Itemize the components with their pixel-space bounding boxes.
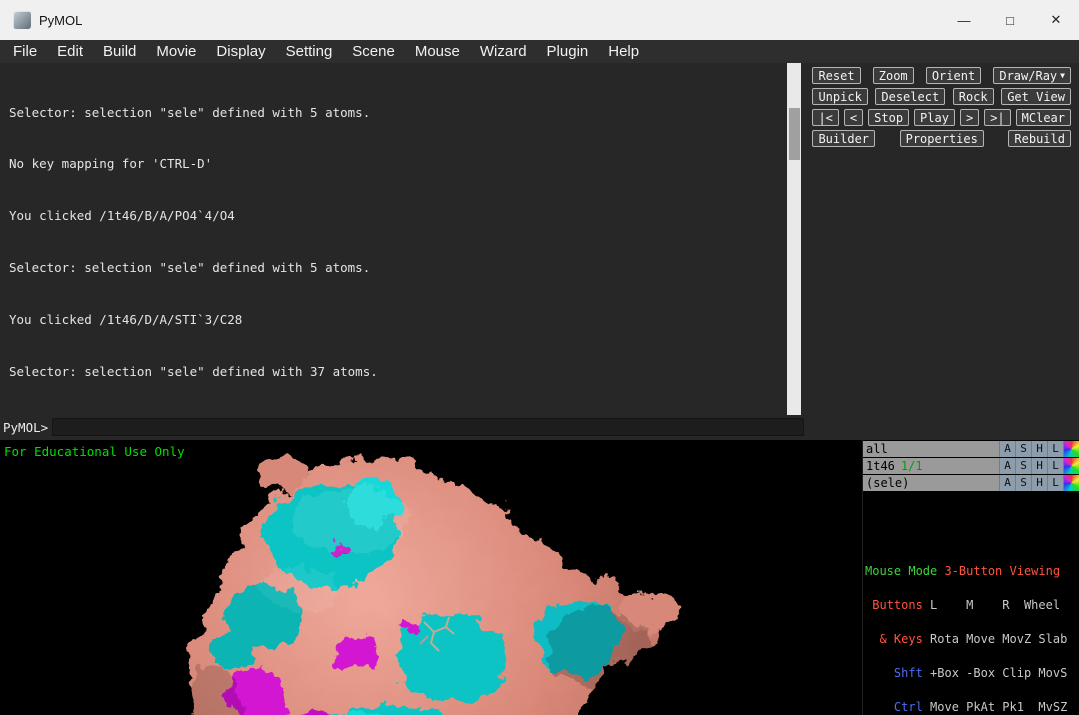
command-prompt: PyMOL> <box>3 419 49 435</box>
movie-stop-button[interactable]: Stop <box>868 109 910 126</box>
protein-surface-render <box>184 456 678 715</box>
console-line: Selector: selection "sele" defined with … <box>9 104 371 120</box>
show-button[interactable]: S <box>1015 440 1031 457</box>
object-state: 1/1 <box>900 458 923 473</box>
minimize-button[interactable]: — <box>941 0 987 40</box>
draw-ray-label: Draw/Ray <box>999 68 1058 83</box>
pymol-app-icon <box>13 11 31 29</box>
object-name[interactable]: 1t46 <box>863 459 895 473</box>
console-line: No key mapping for 'CTRL-D' <box>9 156 213 172</box>
movie-back-button[interactable]: < <box>843 109 864 126</box>
close-button[interactable]: ✕ <box>1033 0 1079 40</box>
console-line: You clicked /1t46/B/A/PO4`4/O4 <box>9 208 235 224</box>
main-area: For Educational Use Only all A S H L 1t4… <box>0 439 1079 715</box>
color-button[interactable] <box>1063 457 1079 474</box>
get-view-button[interactable]: Get View <box>1001 88 1071 105</box>
show-button[interactable]: S <box>1015 457 1031 474</box>
mouse-mode-panel: Mouse Mode 3-Button Viewing Buttons L M … <box>863 543 1079 715</box>
mouse-matrix-row: & Keys Rota Move MovZ Slab <box>865 631 1068 646</box>
hide-button[interactable]: H <box>1031 474 1047 491</box>
menu-scene[interactable]: Scene <box>342 40 405 63</box>
window-title: PyMOL <box>39 12 83 28</box>
mouse-matrix-row: Shft +Box -Box Clip MovS <box>865 665 1068 680</box>
mouse-mode-line[interactable]: Mouse Mode 3-Button Viewing <box>865 565 1079 577</box>
reset-button[interactable]: Reset <box>812 67 861 84</box>
command-line: PyMOL> <box>0 414 1079 440</box>
color-button[interactable] <box>1063 440 1079 457</box>
menu-display[interactable]: Display <box>206 40 275 63</box>
3d-viewport[interactable]: For Educational Use Only <box>0 439 862 715</box>
label-button[interactable]: L <box>1047 457 1063 474</box>
object-name[interactable]: all <box>863 442 888 456</box>
action-button[interactable]: A <box>999 440 1015 457</box>
object-row-all[interactable]: all A S H L <box>863 440 1079 457</box>
console-log: Selector: selection "sele" defined with … <box>0 63 787 415</box>
educational-watermark: For Educational Use Only <box>4 443 185 459</box>
zoom-button[interactable]: Zoom <box>872 67 914 84</box>
rock-button[interactable]: Rock <box>952 88 994 105</box>
window-controls: — □ ✕ <box>941 0 1079 40</box>
builder-button[interactable]: Builder <box>812 130 876 147</box>
show-button[interactable]: S <box>1015 474 1031 491</box>
hide-button[interactable]: H <box>1031 457 1047 474</box>
menu-wizard[interactable]: Wizard <box>470 40 537 63</box>
hide-button[interactable]: H <box>1031 440 1047 457</box>
rebuild-button[interactable]: Rebuild <box>1008 130 1071 147</box>
external-gui-buttons: Reset Zoom Orient Draw/Ray ▼ Unpick Desel… <box>801 63 1079 415</box>
deselect-button[interactable]: Deselect <box>875 88 946 105</box>
label-button[interactable]: L <box>1047 440 1063 457</box>
orient-button[interactable]: Orient <box>925 67 982 84</box>
movie-end-button[interactable]: >| <box>984 109 1011 126</box>
mclear-button[interactable]: MClear <box>1015 109 1071 126</box>
draw-ray-button[interactable]: Draw/Ray ▼ <box>993 67 1071 84</box>
menu-movie[interactable]: Movie <box>146 40 206 63</box>
chevron-down-icon: ▼ <box>1060 71 1065 80</box>
menu-help[interactable]: Help <box>598 40 649 63</box>
properties-button[interactable]: Properties <box>899 130 984 147</box>
object-name[interactable]: (sele) <box>863 476 909 490</box>
pymol-window: PyMOL — □ ✕ File Edit Build Movie Displa… <box>0 0 1079 715</box>
menu-edit[interactable]: Edit <box>47 40 93 63</box>
command-input[interactable] <box>52 418 805 437</box>
upper-panel: Selector: selection "sele" defined with … <box>0 63 1079 415</box>
menu-plugin[interactable]: Plugin <box>537 40 599 63</box>
object-row-1t46[interactable]: 1t46 1/1 A S H L <box>863 457 1079 474</box>
action-button[interactable]: A <box>999 474 1015 491</box>
object-row-sele[interactable]: (sele) A S H L <box>863 474 1079 491</box>
menu-bar: File Edit Build Movie Display Setting Sc… <box>0 40 1079 63</box>
color-button[interactable] <box>1063 474 1079 491</box>
console-scrollbar-thumb[interactable] <box>788 108 800 160</box>
movie-play-button[interactable]: Play <box>914 109 955 126</box>
label-button[interactable]: L <box>1047 474 1063 491</box>
menu-mouse[interactable]: Mouse <box>405 40 470 63</box>
maximize-button[interactable]: □ <box>987 0 1033 40</box>
mouse-matrix-header: Buttons L M R Wheel <box>865 597 1061 612</box>
console-line: You clicked /1t46/D/A/STI`3/C28 <box>9 312 243 328</box>
console-line: Selector: selection "sele" defined with … <box>9 364 378 380</box>
movie-forward-button[interactable]: > <box>959 109 980 126</box>
action-button[interactable]: A <box>999 457 1015 474</box>
title-bar: PyMOL — □ ✕ <box>0 0 1079 40</box>
menu-setting[interactable]: Setting <box>276 40 343 63</box>
object-panel: all A S H L 1t46 1/1 A S H L (sele) A S … <box>862 439 1079 715</box>
console-line: Selector: selection "sele" defined with … <box>9 260 371 276</box>
unpick-button[interactable]: Unpick <box>812 88 868 105</box>
console-scrollbar[interactable] <box>786 63 802 415</box>
mouse-matrix-row: Ctrl Move PkAt Pk1 MvSZ <box>865 699 1068 714</box>
movie-rewind-button[interactable]: |< <box>812 109 839 126</box>
menu-file[interactable]: File <box>3 40 47 63</box>
menu-build[interactable]: Build <box>93 40 146 63</box>
